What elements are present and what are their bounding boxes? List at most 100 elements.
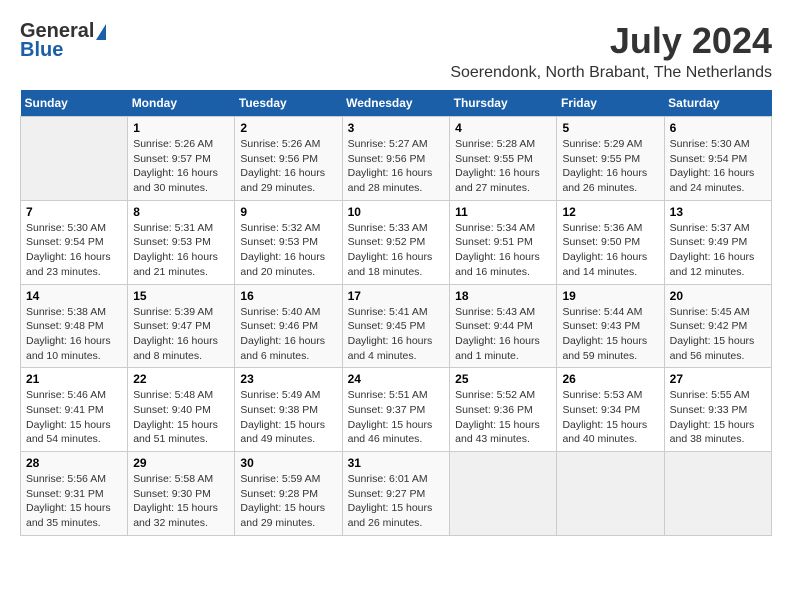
day-info: Sunrise: 5:30 AMSunset: 9:54 PMDaylight:… <box>26 221 122 280</box>
calendar-cell: 11Sunrise: 5:34 AMSunset: 9:51 PMDayligh… <box>450 200 557 284</box>
day-header-monday: Monday <box>128 90 235 117</box>
day-info: Sunrise: 5:38 AMSunset: 9:48 PMDaylight:… <box>26 305 122 364</box>
calendar-cell: 4Sunrise: 5:28 AMSunset: 9:55 PMDaylight… <box>450 117 557 201</box>
calendar-cell: 28 Sunrise: 5:56 AMSunset: 9:31 PMDayligh… <box>21 452 128 536</box>
day-number: 8 <box>133 205 229 219</box>
page-header: General Blue July 2024 Soerendonk, North… <box>20 20 772 82</box>
calendar-cell: 27 Sunrise: 5:55 AMSunset: 9:33 PMDayligh… <box>664 368 771 452</box>
day-number: 10 <box>348 205 445 219</box>
day-info: Sunrise: 5:26 AMSunset: 9:56 PMDaylight:… <box>240 137 336 196</box>
day-number: 27 <box>670 372 766 386</box>
day-info: Sunrise: 5:26 AMSunset: 9:57 PMDaylight:… <box>133 137 229 196</box>
calendar-cell: 9 Sunrise: 5:32 AMSunset: 9:53 PMDaylight… <box>235 200 342 284</box>
calendar-cell: 21 Sunrise: 5:46 AMSunset: 9:41 PMDayligh… <box>21 368 128 452</box>
day-number: 4 <box>455 121 551 135</box>
day-info: Sunrise: 5:53 AMSunset: 9:34 PMDaylight:… <box>562 388 658 447</box>
day-number: 16 <box>240 289 336 303</box>
day-info: Sunrise: 5:33 AMSunset: 9:52 PMDaylight:… <box>348 221 445 280</box>
title-section: July 2024 Soerendonk, North Brabant, The… <box>450 20 772 82</box>
day-info: Sunrise: 5:55 AMSunset: 9:33 PMDaylight:… <box>670 388 766 447</box>
day-header-friday: Friday <box>557 90 664 117</box>
day-number: 17 <box>348 289 445 303</box>
day-info: Sunrise: 5:58 AMSunset: 9:30 PMDaylight:… <box>133 472 229 531</box>
calendar-cell: 22Sunrise: 5:48 AMSunset: 9:40 PMDayligh… <box>128 368 235 452</box>
day-number: 3 <box>348 121 445 135</box>
day-info: Sunrise: 6:01 AMSunset: 9:27 PMDaylight:… <box>348 472 445 531</box>
week-row-1: 1 Sunrise: 5:26 AMSunset: 9:57 PMDaylight… <box>21 117 772 201</box>
calendar-cell: 7 Sunrise: 5:30 AMSunset: 9:54 PMDaylight… <box>21 200 128 284</box>
day-number: 30 <box>240 456 336 470</box>
day-info: Sunrise: 5:37 AMSunset: 9:49 PMDaylight:… <box>670 221 766 280</box>
day-info: Sunrise: 5:44 AMSunset: 9:43 PMDaylight:… <box>562 305 658 364</box>
calendar-cell: 19 Sunrise: 5:44 AMSunset: 9:43 PMDayligh… <box>557 284 664 368</box>
calendar-table: SundayMondayTuesdayWednesdayThursdayFrid… <box>20 90 772 536</box>
day-info: Sunrise: 5:43 AMSunset: 9:44 PMDaylight:… <box>455 305 551 364</box>
day-number: 5 <box>562 121 658 135</box>
day-number: 9 <box>240 205 336 219</box>
calendar-cell: 14 Sunrise: 5:38 AMSunset: 9:48 PMDayligh… <box>21 284 128 368</box>
day-number: 15 <box>133 289 229 303</box>
day-info: Sunrise: 5:46 AMSunset: 9:41 PMDaylight:… <box>26 388 122 447</box>
day-info: Sunrise: 5:39 AMSunset: 9:47 PMDaylight:… <box>133 305 229 364</box>
calendar-cell: 6Sunrise: 5:30 AMSunset: 9:54 PMDaylight… <box>664 117 771 201</box>
day-number: 31 <box>348 456 445 470</box>
calendar-cell: 16 Sunrise: 5:40 AMSunset: 9:46 PMDayligh… <box>235 284 342 368</box>
day-info: Sunrise: 5:32 AMSunset: 9:53 PMDaylight:… <box>240 221 336 280</box>
calendar-cell: 12Sunrise: 5:36 AMSunset: 9:50 PMDayligh… <box>557 200 664 284</box>
calendar-cell: 20 Sunrise: 5:45 AMSunset: 9:42 PMDayligh… <box>664 284 771 368</box>
day-number: 21 <box>26 372 122 386</box>
day-info: Sunrise: 5:30 AMSunset: 9:54 PMDaylight:… <box>670 137 766 196</box>
subtitle: Soerendonk, North Brabant, The Netherlan… <box>450 64 772 82</box>
main-title: July 2024 <box>450 20 772 62</box>
day-number: 23 <box>240 372 336 386</box>
day-info: Sunrise: 5:52 AMSunset: 9:36 PMDaylight:… <box>455 388 551 447</box>
day-number: 19 <box>562 289 658 303</box>
week-row-4: 21 Sunrise: 5:46 AMSunset: 9:41 PMDayligh… <box>21 368 772 452</box>
calendar-cell: 18 Sunrise: 5:43 AMSunset: 9:44 PMDayligh… <box>450 284 557 368</box>
calendar-cell: 13 Sunrise: 5:37 AMSunset: 9:49 PMDayligh… <box>664 200 771 284</box>
day-number: 20 <box>670 289 766 303</box>
day-number: 24 <box>348 372 445 386</box>
header-row: SundayMondayTuesdayWednesdayThursdayFrid… <box>21 90 772 117</box>
day-number: 1 <box>133 121 229 135</box>
calendar-cell: 15 Sunrise: 5:39 AMSunset: 9:47 PMDayligh… <box>128 284 235 368</box>
day-info: Sunrise: 5:56 AMSunset: 9:31 PMDaylight:… <box>26 472 122 531</box>
day-number: 12 <box>562 205 658 219</box>
calendar-cell: 17Sunrise: 5:41 AMSunset: 9:45 PMDayligh… <box>342 284 450 368</box>
week-row-5: 28 Sunrise: 5:56 AMSunset: 9:31 PMDayligh… <box>21 452 772 536</box>
calendar-cell: 26Sunrise: 5:53 AMSunset: 9:34 PMDayligh… <box>557 368 664 452</box>
day-info: Sunrise: 5:40 AMSunset: 9:46 PMDaylight:… <box>240 305 336 364</box>
day-header-wednesday: Wednesday <box>342 90 450 117</box>
calendar-cell: 24 Sunrise: 5:51 AMSunset: 9:37 PMDayligh… <box>342 368 450 452</box>
day-header-saturday: Saturday <box>664 90 771 117</box>
calendar-cell: 29 Sunrise: 5:58 AMSunset: 9:30 PMDayligh… <box>128 452 235 536</box>
calendar-cell: 31 Sunrise: 6:01 AMSunset: 9:27 PMDayligh… <box>342 452 450 536</box>
calendar-cell <box>664 452 771 536</box>
logo-blue: Blue <box>20 39 63 62</box>
day-info: Sunrise: 5:49 AMSunset: 9:38 PMDaylight:… <box>240 388 336 447</box>
day-header-tuesday: Tuesday <box>235 90 342 117</box>
calendar-cell: 10 Sunrise: 5:33 AMSunset: 9:52 PMDayligh… <box>342 200 450 284</box>
day-info: Sunrise: 5:29 AMSunset: 9:55 PMDaylight:… <box>562 137 658 196</box>
day-info: Sunrise: 5:48 AMSunset: 9:40 PMDaylight:… <box>133 388 229 447</box>
day-header-thursday: Thursday <box>450 90 557 117</box>
day-info: Sunrise: 5:31 AMSunset: 9:53 PMDaylight:… <box>133 221 229 280</box>
day-info: Sunrise: 5:51 AMSunset: 9:37 PMDaylight:… <box>348 388 445 447</box>
day-info: Sunrise: 5:27 AMSunset: 9:56 PMDaylight:… <box>348 137 445 196</box>
day-number: 18 <box>455 289 551 303</box>
day-number: 13 <box>670 205 766 219</box>
calendar-cell: 2Sunrise: 5:26 AMSunset: 9:56 PMDaylight… <box>235 117 342 201</box>
day-number: 7 <box>26 205 122 219</box>
day-number: 14 <box>26 289 122 303</box>
calendar-cell: 30Sunrise: 5:59 AMSunset: 9:28 PMDayligh… <box>235 452 342 536</box>
logo-icon <box>96 24 106 40</box>
day-number: 28 <box>26 456 122 470</box>
day-info: Sunrise: 5:45 AMSunset: 9:42 PMDaylight:… <box>670 305 766 364</box>
day-info: Sunrise: 5:34 AMSunset: 9:51 PMDaylight:… <box>455 221 551 280</box>
calendar-cell: 23 Sunrise: 5:49 AMSunset: 9:38 PMDayligh… <box>235 368 342 452</box>
day-header-sunday: Sunday <box>21 90 128 117</box>
calendar-cell: 25Sunrise: 5:52 AMSunset: 9:36 PMDayligh… <box>450 368 557 452</box>
week-row-3: 14 Sunrise: 5:38 AMSunset: 9:48 PMDayligh… <box>21 284 772 368</box>
day-number: 29 <box>133 456 229 470</box>
calendar-cell: 3 Sunrise: 5:27 AMSunset: 9:56 PMDaylight… <box>342 117 450 201</box>
